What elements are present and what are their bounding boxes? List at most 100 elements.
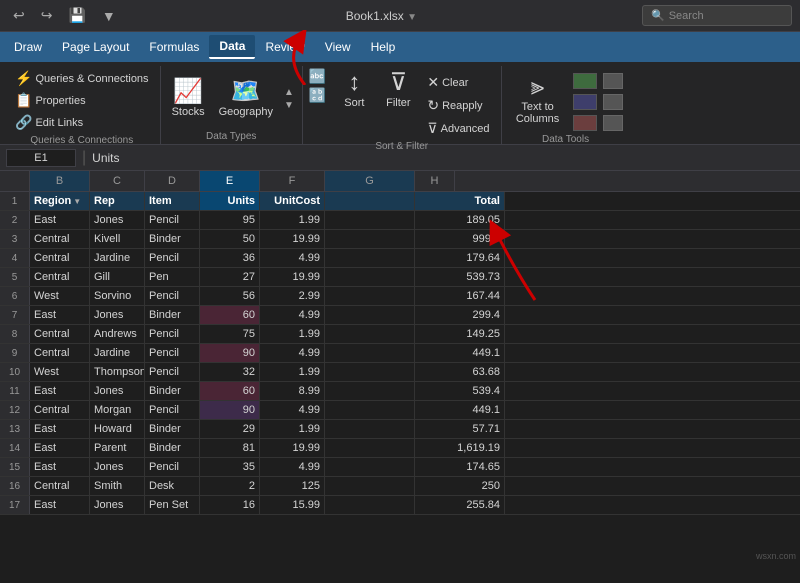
search-box[interactable]: 🔍 Search	[642, 5, 792, 26]
cell-item[interactable]: Pen	[145, 268, 200, 286]
col-header-d[interactable]: D	[145, 171, 200, 191]
cell-unitcost[interactable]: 4.99	[260, 306, 325, 324]
cell-rep[interactable]: Gill	[90, 268, 145, 286]
sort-btn[interactable]: ↕ Sort	[334, 68, 374, 112]
cell-region[interactable]: Central	[30, 249, 90, 267]
name-box[interactable]: E1	[6, 149, 76, 167]
cell-rep[interactable]: Jones	[90, 211, 145, 229]
cell-item[interactable]: Binder	[145, 230, 200, 248]
undo-btn[interactable]: ↩	[8, 5, 30, 26]
cell-region[interactable]: Central	[30, 344, 90, 362]
queries-connections-btn[interactable]: ⚡ Queries & Connections	[10, 68, 154, 89]
cell-region[interactable]: Central	[30, 268, 90, 286]
data-tool-icon-6[interactable]	[603, 115, 623, 131]
cell-total[interactable]: 449.1	[415, 401, 505, 419]
properties-btn[interactable]: 📋 Properties	[10, 90, 154, 111]
menu-draw[interactable]: Draw	[4, 36, 52, 58]
cell-g1[interactable]	[325, 192, 415, 210]
cell-total[interactable]: 179.64	[415, 249, 505, 267]
cell-rep[interactable]: Jones	[90, 306, 145, 324]
customize-btn[interactable]: ▼	[97, 6, 121, 26]
cell-region[interactable]: West	[30, 287, 90, 305]
cell-total[interactable]: 299.4	[415, 306, 505, 324]
redo-btn[interactable]: ↪	[36, 5, 58, 26]
cell-unitcost[interactable]: 1.99	[260, 420, 325, 438]
cell-total[interactable]: 1,619.19	[415, 439, 505, 457]
data-tool-icon-4[interactable]	[603, 73, 623, 89]
cell-unitcost[interactable]: 4.99	[260, 458, 325, 476]
cell-total[interactable]: 63.68	[415, 363, 505, 381]
cell-item[interactable]: Pencil	[145, 287, 200, 305]
cell-unitcost[interactable]: 19.99	[260, 268, 325, 286]
cell-total[interactable]: 539.73	[415, 268, 505, 286]
text-to-columns-btn[interactable]: ⫸ Text to Columns	[508, 72, 568, 128]
window-controls[interactable]: ↩ ↪ 💾 ▼	[8, 5, 121, 26]
cell-total[interactable]: 449.1	[415, 344, 505, 362]
edit-links-btn[interactable]: 🔗 Edit Links	[10, 112, 154, 133]
cell-item[interactable]: Binder	[145, 382, 200, 400]
geography-btn[interactable]: 🗺️ Geography	[214, 77, 278, 121]
cell-total[interactable]: 174.65	[415, 458, 505, 476]
col-header-h[interactable]: H	[415, 171, 455, 191]
reapply-btn[interactable]: ↻ Reapply	[422, 95, 494, 116]
cell-rep[interactable]: Kivell	[90, 230, 145, 248]
cell-region[interactable]: Central	[30, 230, 90, 248]
cell-total[interactable]: 999.5	[415, 230, 505, 248]
cell-units[interactable]: 16	[200, 496, 260, 514]
cell-region[interactable]: Central	[30, 477, 90, 495]
cell-item[interactable]: Pencil	[145, 363, 200, 381]
menu-page-layout[interactable]: Page Layout	[52, 36, 139, 58]
cell-rep[interactable]: Sorvino	[90, 287, 145, 305]
col-header-c[interactable]: C	[90, 171, 145, 191]
cell-units[interactable]: 60	[200, 382, 260, 400]
cell-rep[interactable]: Jardine	[90, 344, 145, 362]
cell-units[interactable]: 32	[200, 363, 260, 381]
advanced-btn[interactable]: ⊽ Advanced	[422, 118, 494, 139]
cell-units[interactable]: 50	[200, 230, 260, 248]
cell-item[interactable]: Desk	[145, 477, 200, 495]
cell-units[interactable]: 56	[200, 287, 260, 305]
cell-units[interactable]: 90	[200, 344, 260, 362]
cell-region[interactable]: East	[30, 439, 90, 457]
cell-region[interactable]: Central	[30, 325, 90, 343]
menu-data[interactable]: Data	[209, 35, 255, 59]
cell-units[interactable]: 29	[200, 420, 260, 438]
formula-content[interactable]: Units	[92, 151, 794, 165]
menu-help[interactable]: Help	[361, 36, 406, 58]
col-header-e[interactable]: E	[200, 171, 260, 191]
cell-rep[interactable]: Smith	[90, 477, 145, 495]
cell-rep[interactable]: Jones	[90, 496, 145, 514]
cell-unitcost[interactable]: 19.99	[260, 230, 325, 248]
cell-rep[interactable]: Jardine	[90, 249, 145, 267]
cell-b1[interactable]: Region ▼	[30, 192, 90, 210]
cell-units[interactable]: 75	[200, 325, 260, 343]
cell-units[interactable]: 2	[200, 477, 260, 495]
save-btn[interactable]: 💾	[63, 5, 90, 26]
cell-region[interactable]: East	[30, 382, 90, 400]
cell-unitcost[interactable]: 1.99	[260, 325, 325, 343]
cell-units[interactable]: 95	[200, 211, 260, 229]
cell-units[interactable]: 90	[200, 401, 260, 419]
cell-region[interactable]: East	[30, 496, 90, 514]
cell-total[interactable]: 189.05	[415, 211, 505, 229]
cell-total[interactable]: 250	[415, 477, 505, 495]
clear-btn[interactable]: ✕ Clear	[422, 72, 494, 93]
cell-rep[interactable]: Thompson	[90, 363, 145, 381]
cell-unitcost[interactable]: 125	[260, 477, 325, 495]
cell-unitcost[interactable]: 4.99	[260, 401, 325, 419]
cell-units[interactable]: 35	[200, 458, 260, 476]
cell-unitcost[interactable]: 1.99	[260, 363, 325, 381]
cell-item[interactable]: Pen Set	[145, 496, 200, 514]
col-header-g[interactable]: G	[325, 171, 415, 191]
cell-units[interactable]: 60	[200, 306, 260, 324]
cell-total[interactable]: 149.25	[415, 325, 505, 343]
cell-d1[interactable]: Item	[145, 192, 200, 210]
cell-rep[interactable]: Parent	[90, 439, 145, 457]
cell-item[interactable]: Pencil	[145, 344, 200, 362]
cell-total[interactable]: 539.4	[415, 382, 505, 400]
cell-item[interactable]: Pencil	[145, 211, 200, 229]
cell-rep[interactable]: Andrews	[90, 325, 145, 343]
cell-region[interactable]: East	[30, 211, 90, 229]
cell-c1[interactable]: Rep	[90, 192, 145, 210]
cell-region[interactable]: Central	[30, 401, 90, 419]
